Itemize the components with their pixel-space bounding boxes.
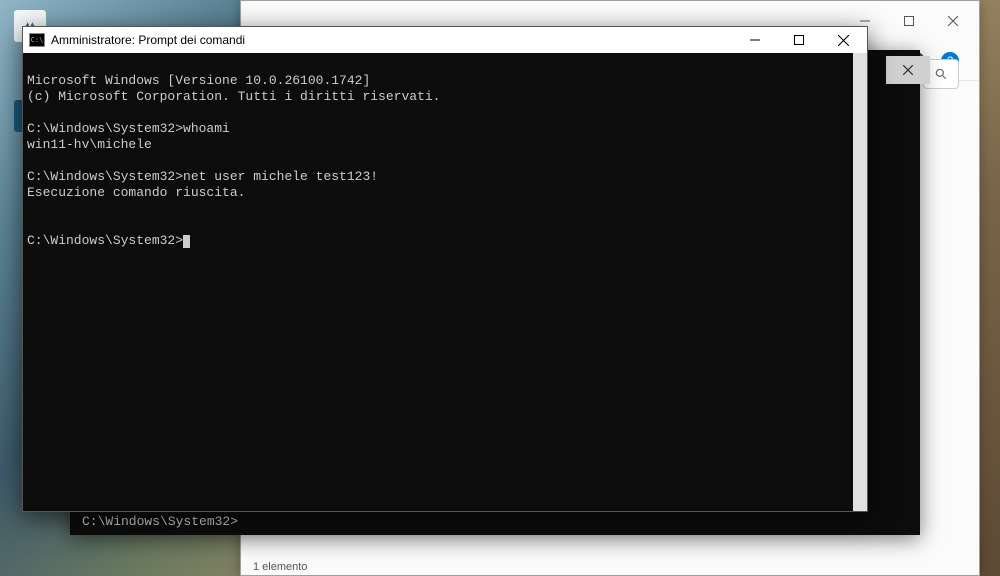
status-text: 1 elemento [253,561,307,573]
window-title: Amministratore: Prompt dei comandi [51,33,733,47]
cmd-icon: C:\ [29,33,45,47]
close-icon [903,65,913,75]
terminal-command: net user michele test123! [183,169,378,184]
maximize-button[interactable] [887,6,931,36]
terminal-prompt: C:\Windows\System32> [27,169,183,184]
status-bar: 1 elemento [253,561,307,573]
terminal-area[interactable]: Microsoft Windows [Versione 10.0.26100.1… [23,53,867,511]
terminal-prompt: C:\Windows\System32> [27,121,183,136]
minimize-button[interactable] [733,27,777,53]
search-icon [934,67,948,81]
tab-close-button[interactable] [886,56,930,84]
terminal-command: whoami [183,121,230,136]
terminal-line: (c) Microsoft Corporation. Tutti i dirit… [27,89,440,104]
close-button[interactable] [931,6,975,36]
terminal-output: Esecuzione comando riuscita. [27,185,245,200]
cmd-titlebar[interactable]: C:\ Amministratore: Prompt dei comandi [23,27,867,53]
terminal-line: Microsoft Windows [Versione 10.0.26100.1… [27,73,370,88]
scrollbar[interactable] [853,53,867,511]
background-prompt: C:\Windows\System32> [82,514,238,529]
terminal-output: win11-hv\michele [27,137,152,152]
close-button[interactable] [821,27,865,53]
terminal-prompt: C:\Windows\System32> [27,233,183,248]
cursor [183,235,190,248]
cmd-window: C:\ Amministratore: Prompt dei comandi M… [22,26,868,512]
maximize-button[interactable] [777,27,821,53]
